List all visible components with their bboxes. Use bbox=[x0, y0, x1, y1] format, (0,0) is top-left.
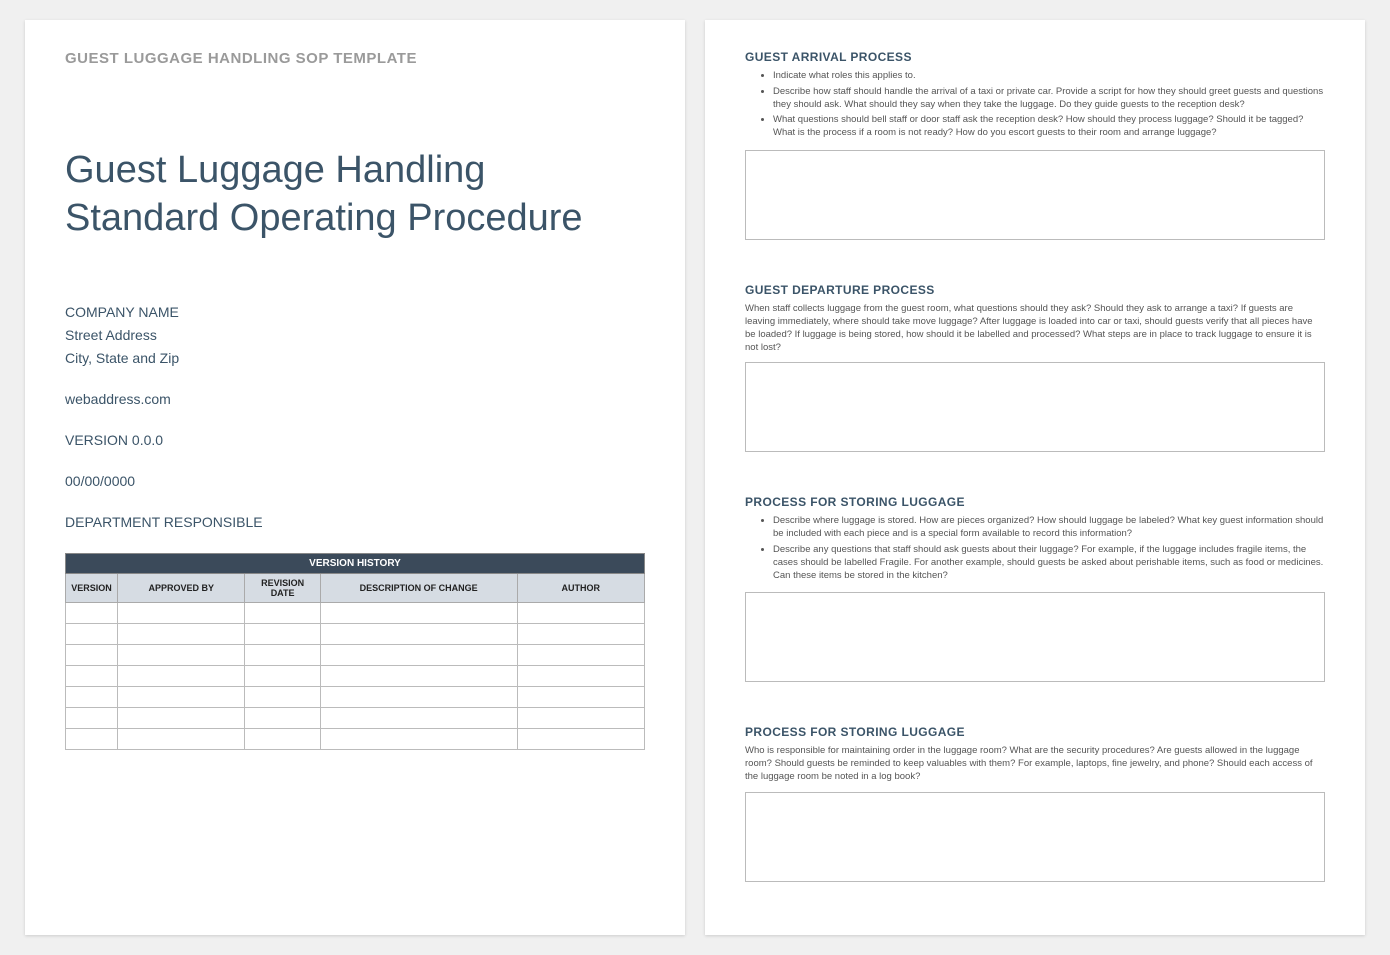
vh-cell[interactable] bbox=[118, 687, 245, 708]
vh-row bbox=[66, 624, 645, 645]
page-1: GUEST LUGGAGE HANDLING SOP TEMPLATE Gues… bbox=[25, 20, 685, 935]
vh-cell[interactable] bbox=[320, 624, 517, 645]
vh-cell[interactable] bbox=[118, 666, 245, 687]
storing1-heading: PROCESS FOR STORING LUGGAGE bbox=[745, 495, 1325, 509]
vh-row bbox=[66, 666, 645, 687]
vh-cell[interactable] bbox=[66, 666, 118, 687]
storing2-input[interactable] bbox=[745, 792, 1325, 882]
vh-cell[interactable] bbox=[245, 624, 320, 645]
department-responsible: DEPARTMENT RESPONSIBLE bbox=[65, 512, 645, 533]
arrival-heading: GUEST ARRIVAL PROCESS bbox=[745, 50, 1325, 64]
col-approved-by: APPROVED BY bbox=[118, 574, 245, 603]
vh-cell[interactable] bbox=[320, 687, 517, 708]
vh-title-row: VERSION HISTORY bbox=[66, 554, 645, 574]
doc-title: Guest Luggage Handling Standard Operatin… bbox=[65, 147, 645, 242]
page-2: GUEST ARRIVAL PROCESS Indicate what role… bbox=[705, 20, 1365, 935]
vh-cell[interactable] bbox=[245, 603, 320, 624]
col-author: AUTHOR bbox=[517, 574, 644, 603]
version-history-table: VERSION HISTORY VERSION APPROVED BY REVI… bbox=[65, 553, 645, 750]
col-revision-date: REVISION DATE bbox=[245, 574, 320, 603]
vh-cell[interactable] bbox=[245, 708, 320, 729]
vh-row bbox=[66, 687, 645, 708]
arrival-bullet-2: Describe how staff should handle the arr… bbox=[773, 86, 1325, 112]
arrival-bullets: Indicate what roles this applies to. Des… bbox=[745, 70, 1325, 140]
arrival-bullet-1: Indicate what roles this applies to. bbox=[773, 70, 1325, 83]
vh-title: VERSION HISTORY bbox=[66, 554, 645, 574]
web-address: webaddress.com bbox=[65, 389, 645, 410]
city-state-zip: City, State and Zip bbox=[65, 348, 645, 369]
vh-row bbox=[66, 603, 645, 624]
vh-cell[interactable] bbox=[66, 645, 118, 666]
storing1-bullet-1: Describe where luggage is stored. How ar… bbox=[773, 515, 1325, 541]
arrival-bullet-3: What questions should bell staff or door… bbox=[773, 114, 1325, 140]
template-header: GUEST LUGGAGE HANDLING SOP TEMPLATE bbox=[65, 50, 645, 67]
vh-cell[interactable] bbox=[118, 708, 245, 729]
version-label: VERSION 0.0.0 bbox=[65, 430, 645, 451]
arrival-input[interactable] bbox=[745, 150, 1325, 240]
doc-date: 00/00/0000 bbox=[65, 471, 645, 492]
company-block: COMPANY NAME Street Address City, State … bbox=[65, 302, 645, 533]
street-address: Street Address bbox=[65, 325, 645, 346]
vh-cell[interactable] bbox=[517, 729, 644, 750]
vh-row bbox=[66, 645, 645, 666]
storing1-bullets: Describe where luggage is stored. How ar… bbox=[745, 515, 1325, 582]
vh-cell[interactable] bbox=[245, 687, 320, 708]
col-description: DESCRIPTION OF CHANGE bbox=[320, 574, 517, 603]
vh-cell[interactable] bbox=[320, 729, 517, 750]
col-version: VERSION bbox=[66, 574, 118, 603]
storing2-text: Who is responsible for maintaining order… bbox=[745, 745, 1325, 783]
vh-cell[interactable] bbox=[517, 666, 644, 687]
departure-heading: GUEST DEPARTURE PROCESS bbox=[745, 283, 1325, 297]
departure-input[interactable] bbox=[745, 362, 1325, 452]
vh-cell[interactable] bbox=[517, 708, 644, 729]
vh-cell[interactable] bbox=[245, 666, 320, 687]
vh-cell[interactable] bbox=[320, 666, 517, 687]
vh-cell[interactable] bbox=[320, 645, 517, 666]
vh-cell[interactable] bbox=[66, 729, 118, 750]
vh-row bbox=[66, 729, 645, 750]
vh-cell[interactable] bbox=[245, 645, 320, 666]
vh-cell[interactable] bbox=[517, 645, 644, 666]
vh-cell[interactable] bbox=[245, 729, 320, 750]
vh-cell[interactable] bbox=[517, 687, 644, 708]
vh-cell[interactable] bbox=[118, 603, 245, 624]
storing1-bullet-2: Describe any questions that staff should… bbox=[773, 544, 1325, 582]
departure-text: When staff collects luggage from the gue… bbox=[745, 303, 1325, 354]
storing1-input[interactable] bbox=[745, 592, 1325, 682]
vh-row bbox=[66, 708, 645, 729]
vh-cell[interactable] bbox=[320, 603, 517, 624]
vh-cell[interactable] bbox=[66, 603, 118, 624]
vh-cell[interactable] bbox=[66, 687, 118, 708]
vh-cell[interactable] bbox=[118, 729, 245, 750]
vh-cell[interactable] bbox=[320, 708, 517, 729]
vh-cell[interactable] bbox=[517, 603, 644, 624]
vh-header-row: VERSION APPROVED BY REVISION DATE DESCRI… bbox=[66, 574, 645, 603]
company-name: COMPANY NAME bbox=[65, 302, 645, 323]
vh-cell[interactable] bbox=[118, 624, 245, 645]
vh-cell[interactable] bbox=[66, 624, 118, 645]
vh-cell[interactable] bbox=[517, 624, 644, 645]
vh-cell[interactable] bbox=[66, 708, 118, 729]
storing2-heading: PROCESS FOR STORING LUGGAGE bbox=[745, 725, 1325, 739]
vh-cell[interactable] bbox=[118, 645, 245, 666]
